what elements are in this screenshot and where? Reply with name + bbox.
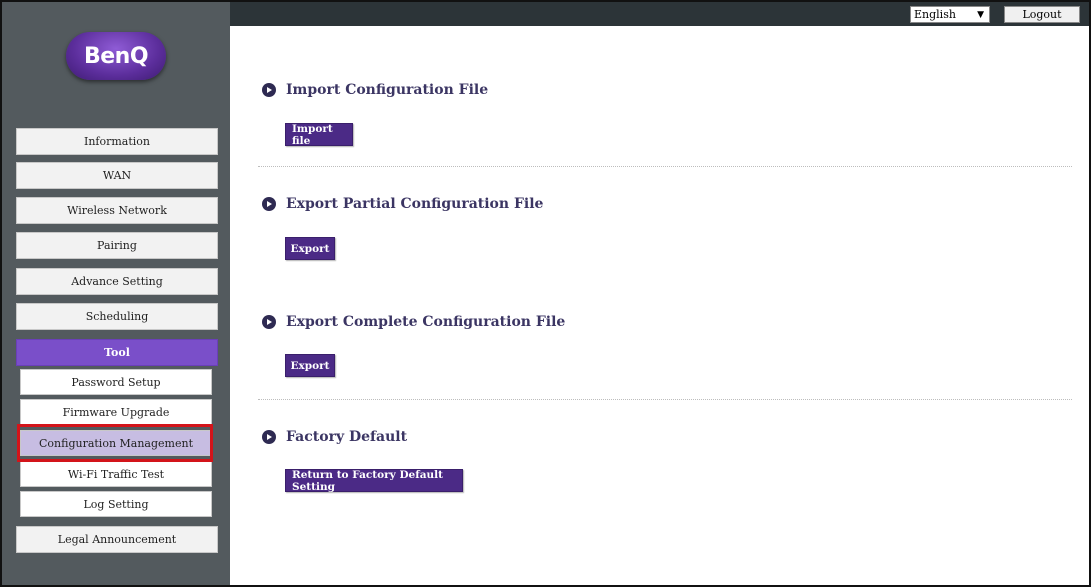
section-export-partial: Export Partial Configuration File (262, 196, 543, 212)
section-title: Import Configuration File (286, 82, 489, 98)
logo-text: BenQ (83, 43, 149, 69)
play-bullet-icon (262, 197, 276, 211)
divider (258, 399, 1072, 400)
selection-highlight-box (17, 424, 213, 462)
section-title: Export Complete Configuration File (286, 314, 566, 330)
sidebar-item-scheduling[interactable]: Scheduling (16, 303, 218, 330)
sidebar-subitem-log-setting[interactable]: Log Setting (20, 491, 212, 517)
divider (258, 166, 1072, 167)
sidebar-item-wan[interactable]: WAN (16, 162, 218, 189)
export-partial-button[interactable]: Export (285, 237, 335, 260)
export-complete-button[interactable]: Export (285, 354, 335, 377)
language-select[interactable]: English ▼ (910, 6, 990, 23)
language-value: English (914, 8, 956, 21)
sidebar-subitem-wifi-traffic-test[interactable]: Wi-Fi Traffic Test (20, 461, 212, 487)
sidebar-item-information[interactable]: Information (16, 128, 218, 155)
factory-default-button[interactable]: Return to Factory Default Setting (285, 469, 463, 493)
sidebar-item-advance-setting[interactable]: Advance Setting (16, 268, 218, 295)
play-bullet-icon (262, 430, 276, 444)
play-bullet-icon (262, 315, 276, 329)
sidebar-item-pairing[interactable]: Pairing (16, 232, 218, 259)
play-bullet-icon (262, 83, 276, 97)
sidebar-subitem-password-setup[interactable]: Password Setup (20, 369, 212, 395)
sidebar-item-tool[interactable]: Tool (16, 339, 218, 366)
section-title: Export Partial Configuration File (286, 196, 544, 212)
section-import-config: Import Configuration File (262, 82, 488, 98)
sidebar-item-legal-announcement[interactable]: Legal Announcement (16, 526, 218, 553)
section-title: Factory Default (286, 429, 408, 445)
import-file-button[interactable]: Import file (285, 123, 353, 147)
sidebar-subitem-firmware-upgrade[interactable]: Firmware Upgrade (20, 399, 212, 425)
benq-logo: BenQ (66, 32, 166, 80)
section-factory-default: Factory Default (262, 429, 407, 445)
sidebar-item-wireless-network[interactable]: Wireless Network (16, 197, 218, 224)
section-export-complete: Export Complete Configuration File (262, 314, 565, 330)
logout-button[interactable]: Logout (1004, 6, 1080, 23)
dropdown-arrow-icon: ▼ (977, 9, 984, 20)
